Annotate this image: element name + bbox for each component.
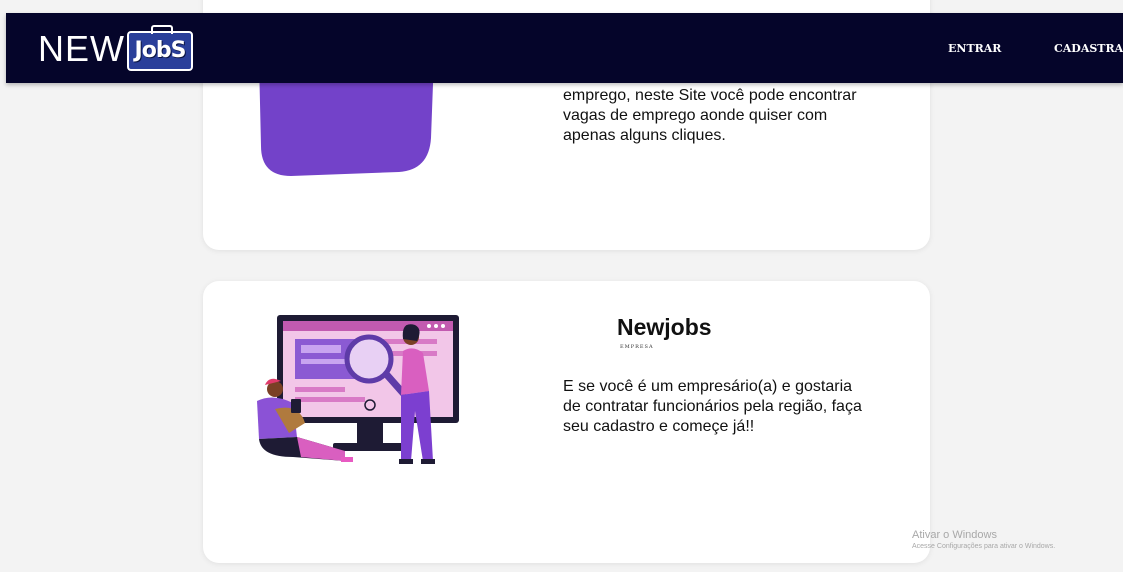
watermark-subtitle: Acesse Configurações para ativar o Windo…	[912, 543, 1056, 550]
logo-jobs-badge: JobS	[127, 25, 193, 71]
office-illustration	[257, 315, 459, 464]
logo-jobs-text: JobS	[134, 38, 187, 63]
logo-new-text: NEW	[38, 28, 125, 69]
page: NEW JobS ENTRAR CADASTRAR emprego, neste…	[0, 0, 1123, 572]
company-card-title: Newjobs	[617, 314, 712, 340]
candidate-description: emprego, neste Site você pode encontrar …	[563, 87, 857, 144]
windows-activation-watermark: Ativar o Windows Acesse Configurações pa…	[912, 529, 1055, 552]
company-card-subtitle: EMPRESA	[620, 344, 654, 350]
nav-register-link[interactable]: CADASTRAR	[1054, 13, 1123, 83]
watermark-title: Ativar o Windows	[912, 529, 997, 541]
newjobs-logo[interactable]: NEW JobS	[38, 23, 193, 71]
top-navbar: NEW JobS ENTRAR CADASTRAR	[6, 13, 1123, 83]
company-description: E se você é um empresário(a) e gostaria …	[563, 378, 862, 435]
company-card: Newjobs EMPRESA E se você é um empresári…	[203, 281, 930, 563]
nav-login-link[interactable]: ENTRAR	[948, 13, 1001, 83]
